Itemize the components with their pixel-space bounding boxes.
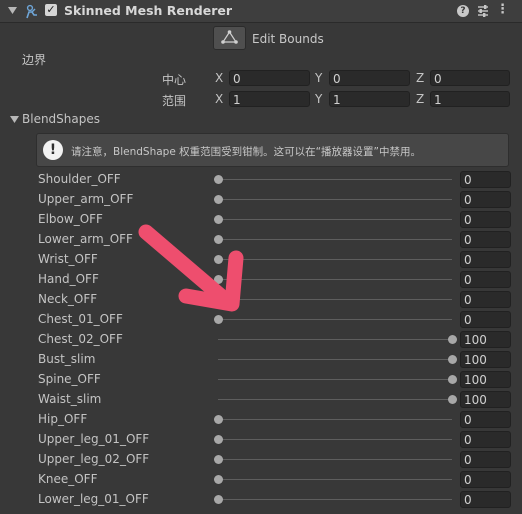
blendshape-label: Upper_leg_01_OFF	[38, 432, 150, 446]
enabled-checkbox[interactable]: ✓	[45, 4, 57, 16]
blendshape-value-field[interactable]: 0	[460, 191, 511, 208]
blendshape-label: Waist_slim	[38, 392, 102, 406]
blendshape-value-field[interactable]: 0	[460, 271, 511, 288]
extent-y-label: Y	[315, 92, 323, 106]
blendshape-value-field[interactable]: 100	[460, 391, 511, 408]
blendshape-slider-track[interactable]	[218, 179, 452, 180]
blendshape-slider-knob[interactable]	[214, 415, 223, 424]
blendshape-slider-knob[interactable]	[214, 295, 223, 304]
edit-bounds-button[interactable]	[213, 26, 246, 50]
warning-icon: !	[43, 140, 63, 160]
blendshape-slider-track[interactable]	[218, 399, 452, 400]
blendshape-slider-track[interactable]	[218, 299, 452, 300]
extent-x-field[interactable]: 1	[229, 91, 310, 107]
blendshape-label: Lower_leg_01_OFF	[38, 492, 149, 506]
blendshape-label: Elbow_OFF	[38, 212, 103, 226]
extent-x-label: X	[215, 92, 224, 106]
skinned-mesh-icon	[26, 4, 37, 19]
foldout-arrow-icon[interactable]	[8, 7, 17, 15]
blendshape-slider-track[interactable]	[218, 319, 452, 320]
blendshape-label: Lower_arm_OFF	[38, 232, 133, 246]
blendshape-label: Upper_arm_OFF	[38, 192, 134, 206]
blendshape-slider-knob[interactable]	[214, 455, 223, 464]
component-header: ✓ Skinned Mesh Renderer ? ⋮	[0, 0, 522, 23]
blendshape-slider-track[interactable]	[218, 199, 452, 200]
blendshape-label: Wrist_OFF	[38, 252, 98, 266]
extent-label: 范围	[162, 94, 187, 108]
blendshape-slider-track[interactable]	[218, 239, 452, 240]
notice-text: 请注意，BlendShape 权重范围受到钳制。这可以在“播放器设置”中禁用。	[71, 146, 421, 158]
blendshape-slider-knob[interactable]	[448, 335, 457, 344]
center-x-field[interactable]: 0	[229, 70, 310, 86]
warning-notice: ! 请注意，BlendShape 权重范围受到钳制。这可以在“播放器设置”中禁用…	[36, 133, 509, 167]
blendshape-value-field[interactable]: 0	[460, 431, 511, 448]
blendshape-slider-knob[interactable]	[214, 315, 223, 324]
blendshape-slider-knob[interactable]	[214, 495, 223, 504]
blendshape-label: Upper_leg_02_OFF	[38, 452, 150, 466]
extent-y-field[interactable]: 1	[329, 91, 410, 107]
blendshape-label: Hand_OFF	[38, 272, 99, 286]
blendshape-slider-knob[interactable]	[214, 275, 223, 284]
blendshape-slider-track[interactable]	[218, 459, 452, 460]
blendshape-value-field[interactable]: 0	[460, 291, 511, 308]
preset-sliders-icon[interactable]	[476, 4, 490, 18]
blendshape-slider-knob[interactable]	[214, 215, 223, 224]
blendshape-label: Hip_OFF	[38, 412, 88, 426]
center-z-label: Z	[416, 71, 425, 85]
blendshape-label: Knee_OFF	[38, 472, 98, 486]
blendshapes-foldout-icon[interactable]	[10, 116, 19, 124]
blendshape-value-field[interactable]: 0	[460, 231, 511, 248]
blendshape-label: Bust_slim	[38, 352, 96, 366]
blendshape-slider-track[interactable]	[218, 499, 452, 500]
blendshape-slider-knob[interactable]	[448, 355, 457, 364]
blendshape-slider-knob[interactable]	[448, 375, 457, 384]
blendshape-slider-track[interactable]	[218, 479, 452, 480]
blendshape-slider-track[interactable]	[218, 259, 452, 260]
blendshape-value-field[interactable]: 0	[460, 491, 511, 508]
edit-bounds-label: Edit Bounds	[252, 32, 324, 46]
help-icon[interactable]: ?	[457, 5, 469, 17]
blendshape-label: Shoulder_OFF	[38, 172, 121, 186]
blendshape-slider-knob[interactable]	[214, 475, 223, 484]
edit-bounds-icon	[221, 30, 238, 44]
blendshape-slider-knob[interactable]	[214, 255, 223, 264]
blendshape-value-field[interactable]: 0	[460, 311, 511, 328]
blendshape-value-field[interactable]: 0	[460, 451, 511, 468]
center-x-label: X	[215, 71, 224, 85]
blendshape-value-field[interactable]: 0	[460, 251, 511, 268]
blendshape-value-field[interactable]: 0	[460, 171, 511, 188]
blendshape-slider-track[interactable]	[218, 379, 452, 380]
blendshape-label: Spine_OFF	[38, 372, 101, 386]
center-y-field[interactable]: 0	[329, 70, 410, 86]
center-y-label: Y	[315, 71, 323, 85]
blendshape-label: Chest_01_OFF	[38, 312, 123, 326]
blendshape-value-field[interactable]: 0	[460, 411, 511, 428]
blendshape-value-field[interactable]: 100	[460, 351, 511, 368]
extent-z-field[interactable]: 1	[430, 91, 510, 107]
kebab-menu-icon[interactable]: ⋮	[496, 2, 509, 17]
blendshape-slider-track[interactable]	[218, 279, 452, 280]
center-z-field[interactable]: 0	[430, 70, 510, 86]
blendshape-slider-knob[interactable]	[214, 195, 223, 204]
blendshape-label: Chest_02_OFF	[38, 332, 123, 346]
blendshape-value-field[interactable]: 100	[460, 331, 511, 348]
blendshape-slider-track[interactable]	[218, 439, 452, 440]
blendshape-slider-track[interactable]	[218, 339, 452, 340]
blendshape-slider-knob[interactable]	[448, 395, 457, 404]
blendshape-slider-track[interactable]	[218, 359, 452, 360]
blendshape-slider-track[interactable]	[218, 419, 452, 420]
extent-z-label: Z	[416, 92, 425, 106]
blendshape-slider-knob[interactable]	[214, 235, 223, 244]
blendshape-label: Neck_OFF	[38, 292, 98, 306]
blendshape-slider-knob[interactable]	[214, 435, 223, 444]
center-label: 中心	[162, 73, 187, 87]
blendshapes-title[interactable]: BlendShapes	[22, 112, 100, 126]
blendshape-slider-knob[interactable]	[214, 175, 223, 184]
blendshape-value-field[interactable]: 0	[460, 211, 511, 228]
blendshape-value-field[interactable]: 100	[460, 371, 511, 388]
component-title: Skinned Mesh Renderer	[64, 3, 233, 18]
blendshape-slider-track[interactable]	[218, 219, 452, 220]
blendshape-value-field[interactable]: 0	[460, 471, 511, 488]
bounds-heading: 边界	[22, 53, 47, 67]
